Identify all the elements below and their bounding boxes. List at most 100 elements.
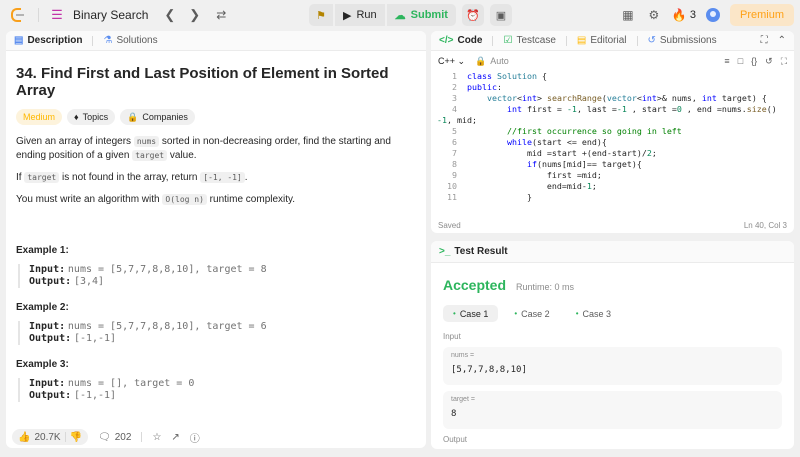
output-section-label: Output — [443, 435, 468, 444]
chevron-down-icon: ⌄ — [457, 55, 466, 66]
play-icon: ▶ — [343, 9, 352, 22]
description-panel: ▤ Description ⚗ Solutions 34. Find First… — [6, 31, 426, 448]
code-line: 3 vector<int> searchRange(vector<int>& n… — [431, 93, 794, 104]
companies-tag[interactable]: 🔒 Companies — [120, 109, 195, 125]
code-editor[interactable]: 1 class Solution { 2 public: 3 vector<int>… — [431, 71, 794, 206]
input-label: Input: — [29, 321, 66, 332]
language-select[interactable]: C++ ⌄ — [438, 56, 465, 67]
example-2: Example 2: Input: nums = [5,7,7,8,8,10],… — [16, 302, 416, 345]
tab-editorial[interactable]: ▤ Editorial — [577, 35, 627, 46]
maximize-icon[interactable]: ⛶ — [761, 35, 768, 46]
mode-label: Auto — [490, 55, 509, 66]
inline-code: O(log n) — [162, 194, 207, 205]
run-button[interactable]: ▶ Run — [335, 4, 385, 26]
comment-bubble-icon: 🗨 — [98, 431, 111, 443]
document-icon: ▤ — [14, 35, 24, 46]
line-number: 2 — [452, 82, 457, 92]
premium-button[interactable]: Premium — [729, 4, 794, 26]
output-label: Output: — [29, 390, 72, 401]
divider — [38, 8, 39, 22]
tab-label: Description — [27, 35, 83, 46]
tab-testcase[interactable]: ☑ Testcase — [503, 35, 555, 46]
braces-icon[interactable]: {} — [751, 56, 757, 67]
case-tab-2[interactable]: • Case 2 — [504, 305, 559, 322]
notes-button[interactable]: ▣ — [489, 4, 512, 26]
companies-label: Companies — [142, 112, 188, 122]
timer-button[interactable]: ⏰ — [461, 4, 484, 26]
verdict-status: Accepted — [443, 277, 507, 293]
streak-counter[interactable]: 🔥 3 — [672, 8, 696, 22]
submit-button[interactable]: ☁ Submit — [386, 4, 456, 26]
leetcode-logo-icon[interactable] — [8, 6, 26, 24]
code-line: 5 //first occurrence so going in left — [431, 126, 794, 137]
alarm-clock-icon: ⏰ — [466, 9, 480, 22]
comments-button[interactable]: 🗨 202 — [98, 432, 131, 443]
code-line: -1, mid; — [437, 115, 477, 125]
tab-solutions[interactable]: ⚗ Solutions — [103, 35, 157, 46]
input-label: Input: — [29, 264, 66, 275]
example-input: Input: nums = [5,7,7,8,8,10], target = 6 — [29, 321, 416, 333]
thumbs-up-icon[interactable]: 👍 — [18, 432, 30, 443]
like-count: 20.7K — [34, 431, 61, 443]
input-value: nums = [], target = 0 — [67, 378, 195, 389]
example-title: Example 1: — [16, 245, 69, 256]
input-label: Input: — [29, 378, 66, 389]
output-label: Output: — [29, 333, 72, 344]
auto-mode[interactable]: 🔒 Auto — [475, 56, 509, 67]
verdict-row: Accepted Runtime: 0 ms — [443, 277, 782, 293]
test-result-panel: >_ Test Result Accepted Runtime: 0 ms • C… — [431, 241, 794, 449]
field-value: [5,7,7,8,8,10] — [451, 365, 527, 375]
shuffle-icon[interactable]: ⇄ — [216, 8, 226, 22]
line-number: 9 — [452, 170, 457, 180]
line-number: 1 — [452, 71, 457, 81]
case-tab-1[interactable]: • Case 1 — [443, 305, 499, 322]
share-icon[interactable]: ↗ — [171, 432, 179, 443]
book-icon: ▤ — [576, 35, 587, 46]
thumbs-down-icon[interactable]: 👎 — [70, 432, 82, 443]
tab-submissions[interactable]: ↺ Submissions — [648, 35, 717, 46]
tab-label: Solutions — [116, 35, 158, 46]
difficulty-badge: Medium — [16, 109, 63, 125]
runtime-value: Runtime: 0 ms — [516, 282, 575, 292]
case-tab-3[interactable]: • Case 3 — [566, 305, 621, 322]
comment-count: 202 — [114, 431, 132, 443]
next-problem-chevron-icon[interactable]: ❯ — [189, 7, 200, 23]
code-line: 4 int first = -1, last =-1 , start =0 , … — [431, 104, 794, 115]
problem-statement: Given an array of integers nums sorted i… — [16, 135, 416, 163]
reset-icon[interactable]: ↺ — [765, 56, 773, 67]
fullscreen-icon[interactable]: ⛶ — [781, 56, 787, 67]
tab-test-result[interactable]: >_ Test Result — [439, 246, 508, 257]
line-number: 7 — [452, 148, 457, 158]
collapse-chevron-icon[interactable]: ⌃ — [778, 35, 786, 46]
output-value: [-1,-1] — [73, 390, 117, 401]
tag-icon: ♦ — [74, 112, 79, 122]
code-tabbar: </> Code ☑ Testcase ▤ Editorial ↺ Submis… — [431, 31, 794, 51]
tab-label: Editorial — [590, 35, 627, 46]
format-align-icon[interactable]: ≡ — [724, 56, 729, 67]
layout-grid-icon[interactable]: ▦ — [620, 7, 636, 23]
code-line: 6 while(start <= end){ — [431, 137, 794, 148]
text: runtime complexity. — [206, 194, 296, 205]
code-line: 1 class Solution { — [431, 71, 794, 82]
line-number: 6 — [452, 137, 457, 147]
prev-problem-chevron-icon[interactable]: ❮ — [164, 7, 175, 23]
topics-tag[interactable]: ♦ Topics — [67, 109, 116, 125]
star-icon[interactable]: ☆ — [152, 432, 161, 443]
settings-gear-icon[interactable]: ⚙ — [646, 7, 662, 23]
tab-label: Code — [457, 35, 483, 46]
tab-code[interactable]: </> Code — [439, 35, 482, 46]
problem-list-icon: ☰ — [51, 7, 63, 22]
help-circle-icon[interactable]: ⓘ — [190, 430, 200, 445]
bookmark-icon[interactable]: □ — [738, 56, 743, 67]
text: is not found in the array, return — [59, 172, 201, 183]
top-bar: ☰ Binary Search ❮ ❯ ⇄ ⚑ ▶ Run ☁ Submit ⏰… — [0, 0, 800, 30]
like-dislike-group: 👍 20.7K 👎 — [12, 429, 89, 445]
problem-list-title[interactable]: Binary Search — [73, 8, 148, 22]
code-panel: </> Code ☑ Testcase ▤ Editorial ↺ Submis… — [431, 31, 794, 233]
code-line: 8 if(nums[mid]== target){ — [431, 159, 794, 170]
user-avatar[interactable] — [705, 8, 720, 22]
debug-button[interactable]: ⚑ — [309, 4, 333, 26]
code-line: 9 first =mid; — [431, 170, 794, 181]
inline-code: target — [132, 150, 168, 161]
tab-description[interactable]: ▤ Description — [14, 35, 82, 46]
